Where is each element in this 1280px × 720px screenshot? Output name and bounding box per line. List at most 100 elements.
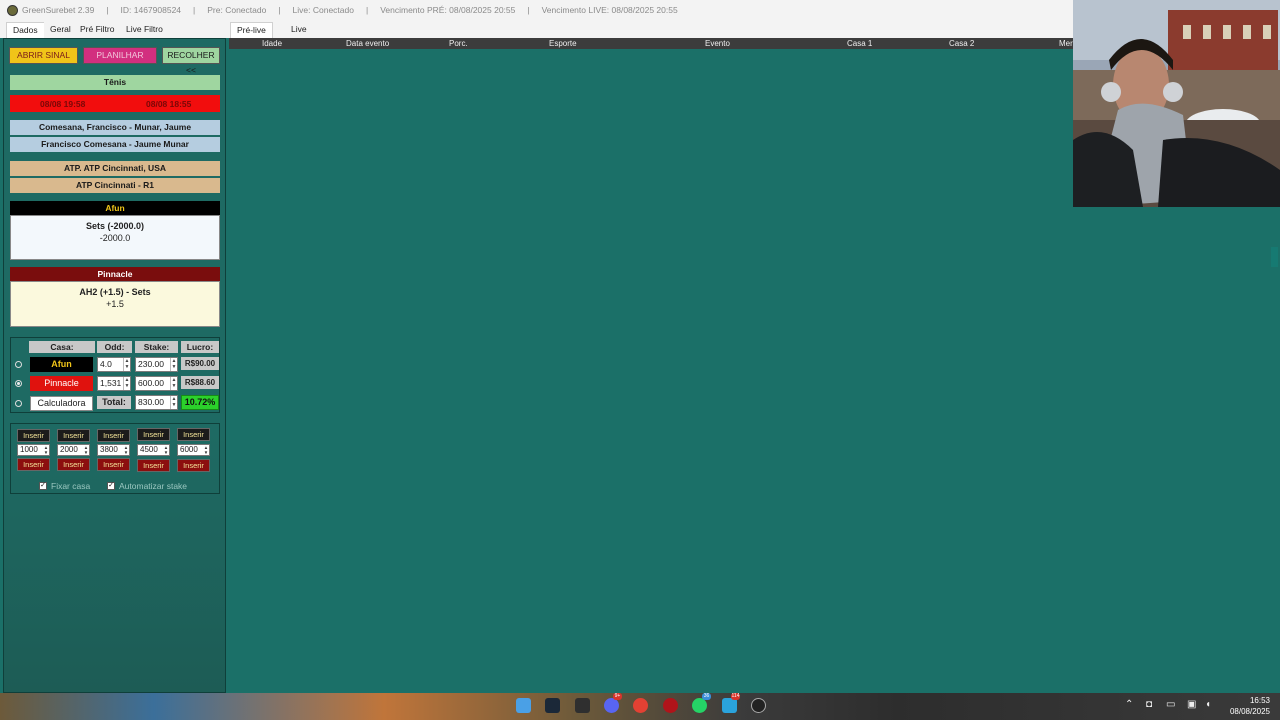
quick-stake-value: 4500 (140, 445, 158, 454)
insert-bottom-button[interactable]: Inserir (137, 459, 170, 472)
event-time-house1: 08/08 19:58 (40, 99, 86, 109)
total-stake-field[interactable]: 830.00 ▲ ▼ (135, 395, 178, 410)
quick-stake-value: 1000 (20, 445, 38, 454)
display-icon[interactable]: ▭ (1166, 699, 1175, 710)
quick-stake-field[interactable]: 1000 ▲ ▼ (17, 444, 50, 456)
col-casa1[interactable]: Casa 1 (847, 39, 872, 48)
calc-house1: Afun (30, 357, 93, 372)
spin-arrows-icon[interactable]: ▲ ▼ (203, 445, 209, 455)
telegram-badge: 114 (731, 693, 740, 700)
grid-scrollbar[interactable] (1269, 207, 1280, 693)
spin-arrows-icon[interactable]: ▲ ▼ (123, 377, 130, 390)
col-casa2[interactable]: Casa 2 (949, 39, 974, 48)
tab-pre-filtro[interactable]: Pré Filtro (74, 22, 121, 38)
col-porc[interactable]: Porc. (449, 39, 468, 48)
title-separator: | (106, 5, 109, 15)
taskbar: 9+ 36 114 ⌃ ◘ ▭ ▣ ◖ 16:53 08/08/2025 (0, 693, 1280, 720)
quick-stake-field[interactable]: 2000 ▲ ▼ (57, 444, 90, 456)
spin-arrows-icon[interactable]: ▲ ▼ (170, 396, 177, 409)
insert-top-button[interactable]: Inserir (17, 429, 50, 442)
quick-stake-field[interactable]: 6000 ▲ ▼ (177, 444, 210, 456)
quick-stake-value: 2000 (60, 445, 78, 454)
event-times: 08/08 19:58 08/08 18:55 (10, 95, 220, 112)
terminal-icon[interactable] (575, 698, 590, 713)
insert-bottom-button[interactable]: Inserir (57, 458, 90, 471)
house1-title: Afun (10, 201, 220, 216)
obs-icon[interactable] (751, 698, 766, 713)
insert-top-button[interactable]: Inserir (177, 428, 210, 441)
whatsapp-badge: 36 (702, 693, 711, 700)
chrome-icon[interactable] (633, 698, 648, 713)
stake-house1-field[interactable]: 230.00 ▲ ▼ (135, 357, 178, 372)
radio-calculator[interactable] (15, 400, 22, 407)
insert-top-button[interactable]: Inserir (57, 429, 90, 442)
telegram-icon[interactable] (722, 698, 737, 713)
whatsapp-icon[interactable] (692, 698, 707, 713)
tab-geral[interactable]: Geral (44, 22, 77, 38)
license-id: ID: 1467908524 (120, 5, 182, 15)
event-time-house2: 08/08 18:55 (146, 99, 192, 109)
col-idade[interactable]: Idade (262, 39, 282, 48)
col-stake: Stake: (135, 341, 178, 353)
profit-percent: 10.72% (181, 395, 219, 410)
title-separator: | (278, 5, 281, 15)
spin-arrows-icon[interactable]: ▲ ▼ (123, 358, 130, 371)
collapse-button[interactable]: RECOLHER << (162, 47, 220, 75)
opera-icon[interactable] (663, 698, 678, 713)
live-status: Live: Conectado (292, 5, 354, 15)
spin-arrows-icon[interactable]: ▲ ▼ (43, 445, 49, 455)
discord-badge: 9+ (613, 693, 622, 700)
tab-dados[interactable]: Dados (6, 22, 45, 38)
spin-arrows-icon[interactable]: ▲ ▼ (83, 445, 89, 455)
col-data-evento[interactable]: Data evento (346, 39, 389, 48)
radio-house2[interactable] (15, 380, 22, 387)
odd-house1-field[interactable]: 4.0 ▲ ▼ (97, 357, 131, 372)
volume-icon[interactable]: ◖ (1205, 699, 1211, 710)
network-icon[interactable]: ▣ (1187, 699, 1196, 710)
webcam-image (1073, 0, 1280, 207)
house1-market-box: Sets (-2000.0) -2000.0 (10, 215, 220, 260)
app-logo-icon (7, 4, 18, 16)
col-odd: Odd: (97, 341, 132, 353)
spin-arrows-icon[interactable]: ▲ ▼ (170, 377, 177, 390)
insert-bottom-button[interactable]: Inserir (177, 459, 210, 472)
quick-stake-value: 6000 (180, 445, 198, 454)
profit-house1: R$90.00 (181, 357, 219, 370)
calculator-button[interactable]: Calculadora (30, 396, 93, 411)
radio-house1[interactable] (15, 361, 22, 368)
tab-pre-live[interactable]: Pré-live (230, 22, 273, 38)
spin-arrows-icon[interactable]: ▲ ▼ (123, 445, 129, 455)
tab-live-filtro[interactable]: Live Filtro (120, 22, 169, 38)
house2-line: +1.5 (106, 299, 124, 309)
fix-house-checkbox[interactable]: ✓ (39, 482, 47, 490)
start-icon[interactable] (516, 698, 531, 713)
quick-stake-field[interactable]: 3800 ▲ ▼ (97, 444, 130, 456)
match-name-house1: Comesana, Francisco - Munar, Jaume (10, 120, 220, 135)
steam-icon[interactable] (545, 698, 560, 713)
tab-live[interactable]: Live (285, 22, 313, 38)
insert-bottom-button[interactable]: Inserir (17, 458, 50, 471)
auto-stake-checkbox[interactable]: ✓ (107, 482, 115, 490)
insert-top-button[interactable]: Inserir (137, 428, 170, 441)
clock-date: 08/08/2025 (1229, 707, 1270, 716)
col-esporte[interactable]: Esporte (549, 39, 577, 48)
stake-house2-field[interactable]: 600.00 ▲ ▼ (135, 376, 178, 391)
system-clock[interactable]: 16:53 08/08/2025 (1230, 695, 1270, 717)
league-house2: ATP Cincinnati - R1 (10, 178, 220, 193)
scrollbar-thumb[interactable] (1271, 247, 1278, 267)
open-signal-button[interactable]: ABRIR SINAL (9, 47, 78, 64)
discord-icon[interactable] (604, 698, 619, 713)
quick-stake-field[interactable]: 4500 ▲ ▼ (137, 444, 170, 456)
spin-arrows-icon[interactable]: ▲ ▼ (170, 358, 177, 371)
odd-house2-field[interactable]: 1,531 ▲ ▼ (97, 376, 131, 391)
quick-stake-value: 3800 (100, 445, 118, 454)
col-evento[interactable]: Evento (705, 39, 730, 48)
microphone-icon[interactable]: ◘ (1146, 699, 1152, 710)
profit-house2: R$88.60 (181, 376, 219, 389)
spin-arrows-icon[interactable]: ▲ ▼ (163, 445, 169, 455)
spreadsheet-button[interactable]: PLANILHAR (83, 47, 157, 64)
insert-top-button[interactable]: Inserir (97, 429, 130, 442)
insert-bottom-button[interactable]: Inserir (97, 458, 130, 471)
chevron-up-icon[interactable]: ⌃ (1125, 699, 1133, 710)
col-mercado[interactable]: Mer (1059, 39, 1073, 48)
